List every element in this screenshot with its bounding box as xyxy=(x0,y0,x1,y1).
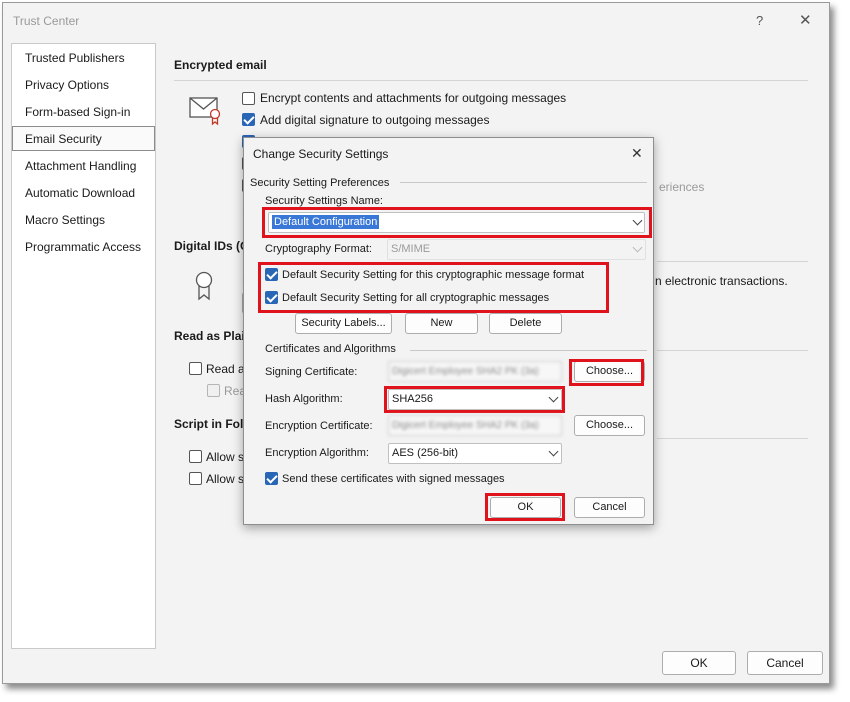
divider xyxy=(657,261,808,262)
allow-script-checkbox-1[interactable] xyxy=(189,450,202,463)
encryption-cert-label: Encryption Certificate: xyxy=(265,420,373,432)
sidebar-item-form-based-sign-in[interactable]: Form-based Sign-in xyxy=(13,100,154,125)
new-button[interactable]: New xyxy=(405,313,478,334)
digital-signature-label: Add digital signature to outgoing messag… xyxy=(260,113,490,127)
encrypt-label: Encrypt contents and attachments for out… xyxy=(260,91,567,105)
partial-text: n electronic transactions. xyxy=(655,274,788,288)
settings-name-label: Security Settings Name: xyxy=(265,195,383,207)
divider xyxy=(657,350,808,351)
highlight-box xyxy=(485,493,565,521)
divider xyxy=(174,80,808,81)
read-plain-sub-checkbox[interactable] xyxy=(207,384,220,397)
crypto-format-value: S/MIME xyxy=(391,243,431,255)
dialog-close-icon[interactable]: ✕ xyxy=(631,145,643,162)
encryption-algorithm-label: Encryption Algorithm: xyxy=(265,447,369,459)
cancel-button[interactable]: Cancel xyxy=(747,651,823,675)
allow-script-label-2: Allow s xyxy=(206,472,245,486)
dialog-cancel-button[interactable]: Cancel xyxy=(574,497,645,518)
signing-cert-field[interactable]: Digicert Employee SHA2 PK (3a) xyxy=(388,361,562,382)
crypto-format-label: Cryptography Format: xyxy=(265,243,372,255)
highlight-box xyxy=(384,386,565,413)
read-plain-checkbox[interactable] xyxy=(189,362,202,375)
sidebar-item-programmatic-access[interactable]: Programmatic Access xyxy=(13,235,154,260)
help-icon[interactable]: ? xyxy=(756,13,763,28)
signing-cert-label: Signing Certificate: xyxy=(265,366,358,378)
highlight-box xyxy=(262,207,652,238)
change-security-settings-dialog: Change Security Settings ✕ Security Sett… xyxy=(243,137,654,525)
divider xyxy=(400,182,647,183)
send-certs-checkbox[interactable] xyxy=(265,472,278,485)
script-folders-title: Script in Fold xyxy=(174,417,251,431)
read-plain-title: Read as Plain xyxy=(174,329,253,343)
encrypted-email-title: Encrypted email xyxy=(174,58,267,72)
window-title: Trust Center xyxy=(13,14,80,28)
encryption-algorithm-value: AES (256-bit) xyxy=(392,447,459,459)
divider xyxy=(410,350,647,351)
digital-ids-title: Digital IDs (C xyxy=(174,239,249,253)
digital-signature-checkbox[interactable] xyxy=(242,113,255,126)
allow-script-label-1: Allow s xyxy=(206,450,245,464)
sidebar-item-privacy-options[interactable]: Privacy Options xyxy=(13,73,154,98)
encryption-cert-field[interactable]: Digicert Employee SHA2 PK (3a) xyxy=(388,415,562,436)
certs-group-title: Certificates and Algorithms xyxy=(265,343,396,355)
hash-algorithm-label: Hash Algorithm: xyxy=(265,393,343,405)
sidebar-item-automatic-download[interactable]: Automatic Download xyxy=(13,181,154,206)
encryption-algorithm-select[interactable]: AES (256-bit) xyxy=(388,443,562,464)
sidebar: Trusted Publishers Privacy Options Form-… xyxy=(11,43,156,649)
sidebar-item-trusted-publishers[interactable]: Trusted Publishers xyxy=(13,46,154,71)
sidebar-item-email-security[interactable]: Email Security xyxy=(12,126,155,151)
highlight-box xyxy=(569,359,644,386)
partial-text: eriences xyxy=(659,180,705,194)
allow-script-checkbox-2[interactable] xyxy=(189,472,202,485)
divider xyxy=(657,438,808,439)
encrypt-checkbox[interactable] xyxy=(242,92,255,105)
choose-encryption-button[interactable]: Choose... xyxy=(574,415,645,436)
send-certs-label: Send these certificates with signed mess… xyxy=(282,473,505,485)
envelope-certificate-icon xyxy=(189,95,223,127)
prefs-group-title: Security Setting Preferences xyxy=(250,177,390,189)
security-labels-button[interactable]: Security Labels... xyxy=(295,313,392,334)
sidebar-item-attachment-handling[interactable]: Attachment Handling xyxy=(13,154,154,179)
ok-button[interactable]: OK xyxy=(662,651,736,675)
sidebar-item-macro-settings[interactable]: Macro Settings xyxy=(13,208,154,233)
highlight-box xyxy=(258,262,609,313)
close-icon[interactable]: ✕ xyxy=(799,11,812,29)
crypto-format-select[interactable]: S/MIME xyxy=(387,239,646,260)
certificate-ribbon-icon xyxy=(193,270,215,302)
delete-button[interactable]: Delete xyxy=(489,313,562,334)
read-plain-label: Read al xyxy=(206,362,248,376)
dialog-title: Change Security Settings xyxy=(253,147,389,161)
